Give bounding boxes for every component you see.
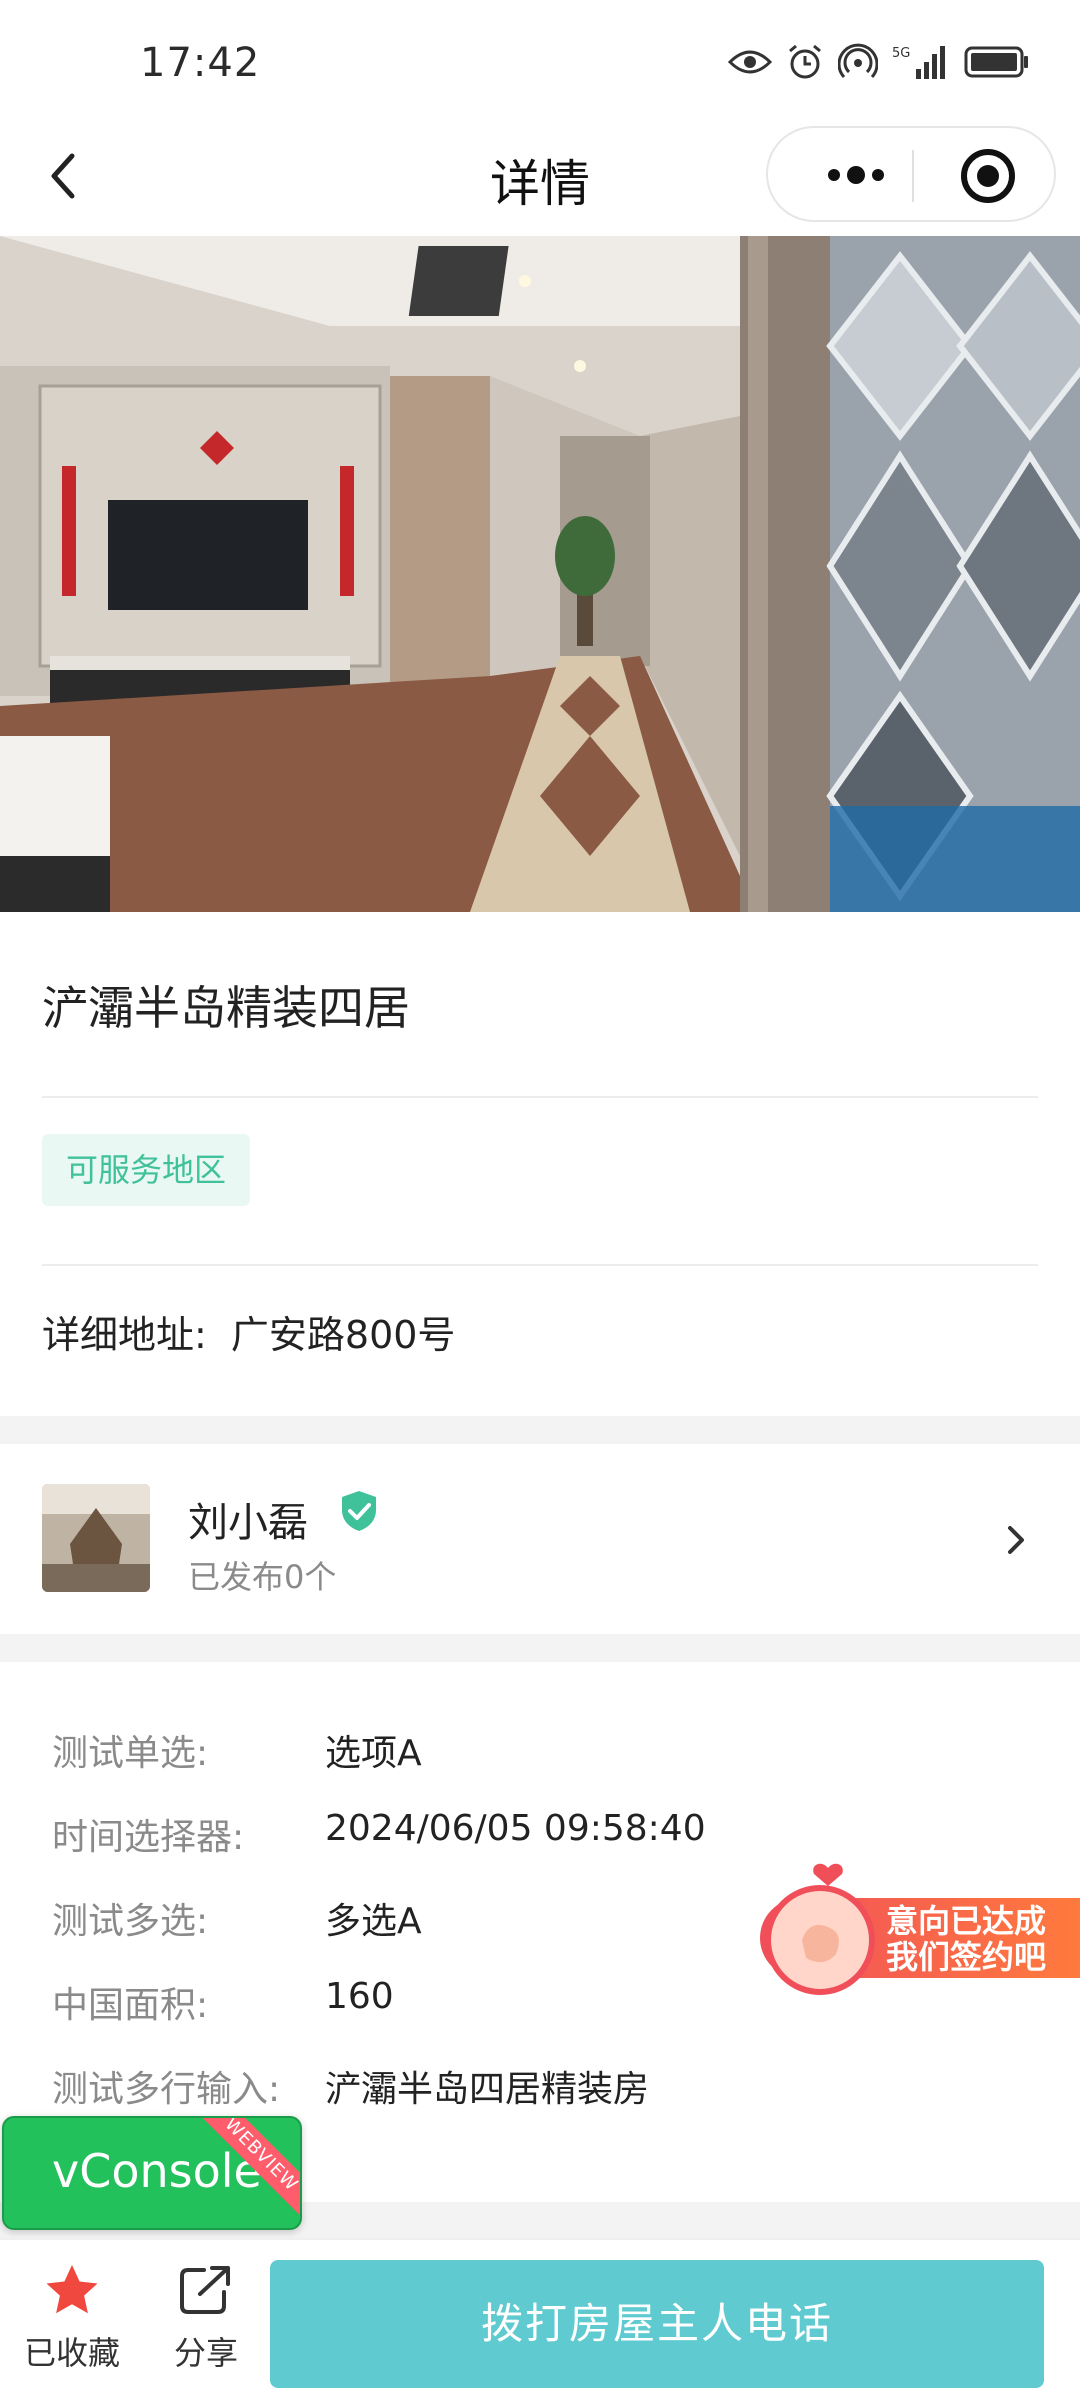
attribute-value: 2024/06/05 09:58:40	[325, 1808, 706, 1849]
status-bar: 17:42 5G	[0, 0, 1080, 120]
detail-page: 17:42 5G 详情 浐灞半岛精装四居 可服务地区 详细地址: 广安路800号…	[0, 0, 1080, 2400]
eye-icon	[728, 50, 772, 74]
svg-text:5G: 5G	[892, 46, 910, 61]
promo-line1: 意向已达成	[886, 1902, 1046, 1940]
attribute-value: 多选A	[325, 1901, 422, 1942]
chevron-right-icon[interactable]	[1004, 1520, 1030, 1560]
avatar-image	[42, 1484, 150, 1592]
vconsole-label: vConsole	[52, 2144, 262, 2198]
more-icon[interactable]	[806, 150, 906, 200]
battery-icon	[964, 46, 1028, 78]
publisher-card[interactable]: 刘小磊 已发布0个	[0, 1444, 1080, 1634]
address-label: 详细地址:	[42, 1313, 207, 1357]
attribute-label: 测试多行输入:	[52, 2069, 281, 2110]
listing-title: 浐灞半岛精装四居	[42, 981, 410, 1035]
attribute-label: 测试多选:	[52, 1901, 209, 1942]
status-time: 17:42	[140, 40, 261, 86]
address-value: 广安路800号	[230, 1313, 456, 1357]
promo-badge: 意向已达成 我们签约吧	[760, 1863, 1080, 1995]
share-label: 分享	[173, 2334, 238, 2372]
attribute-value: 浐灞半岛四居精装房	[325, 2069, 650, 2110]
favorite-label: 已收藏	[23, 2334, 120, 2372]
star-icon	[46, 2265, 98, 2314]
signal-icon: 5G	[892, 46, 945, 79]
share-icon	[180, 2266, 230, 2314]
promo-line2: 我们签约吧	[886, 1938, 1046, 1976]
avatar	[42, 1484, 150, 1592]
divider	[42, 1096, 1038, 1098]
publisher-name: 刘小磊	[188, 1500, 308, 1546]
attribute-label: 时间选择器:	[52, 1817, 245, 1858]
address-line: 详细地址: 广安路800号	[42, 1304, 455, 1359]
verified-shield-icon	[342, 1491, 376, 1531]
hotspot-icon	[838, 43, 878, 79]
service-area-tag: 可服务地区	[42, 1134, 251, 1206]
listing-info-card: 浐灞半岛精装四居 可服务地区 详细地址: 广安路800号	[0, 912, 1080, 1416]
status-icons: 5G	[728, 42, 1030, 82]
attribute-label: 中国面积:	[52, 1985, 209, 2026]
miniprogram-capsule	[766, 126, 1056, 222]
alarm-icon	[789, 44, 821, 79]
attribute-label: 测试单选:	[52, 1733, 209, 1774]
sign-contract-promo[interactable]: 意向已达成 我们签约吧	[740, 1862, 1080, 2012]
divider	[42, 1264, 1038, 1266]
vconsole-button[interactable]: vConsole WEBVIEW	[2, 2116, 302, 2230]
bottom-action-bar: 已收藏 分享 拨打房屋主人电话	[0, 2238, 1080, 2400]
attribute-value: 选项A	[325, 1733, 422, 1774]
close-target-icon[interactable]	[958, 146, 1018, 206]
capsule-divider	[912, 150, 914, 202]
listing-photo[interactable]	[0, 236, 1080, 912]
publisher-post-count: 已发布0个	[188, 1558, 337, 1596]
share-button[interactable]: 分享	[146, 2262, 266, 2374]
nav-bar: 详情	[0, 120, 1080, 236]
attribute-value: 160	[325, 1976, 394, 2017]
favorite-button[interactable]: 已收藏	[12, 2262, 132, 2374]
call-owner-button[interactable]: 拨打房屋主人电话	[270, 2260, 1044, 2388]
room-illustration	[0, 236, 1080, 912]
